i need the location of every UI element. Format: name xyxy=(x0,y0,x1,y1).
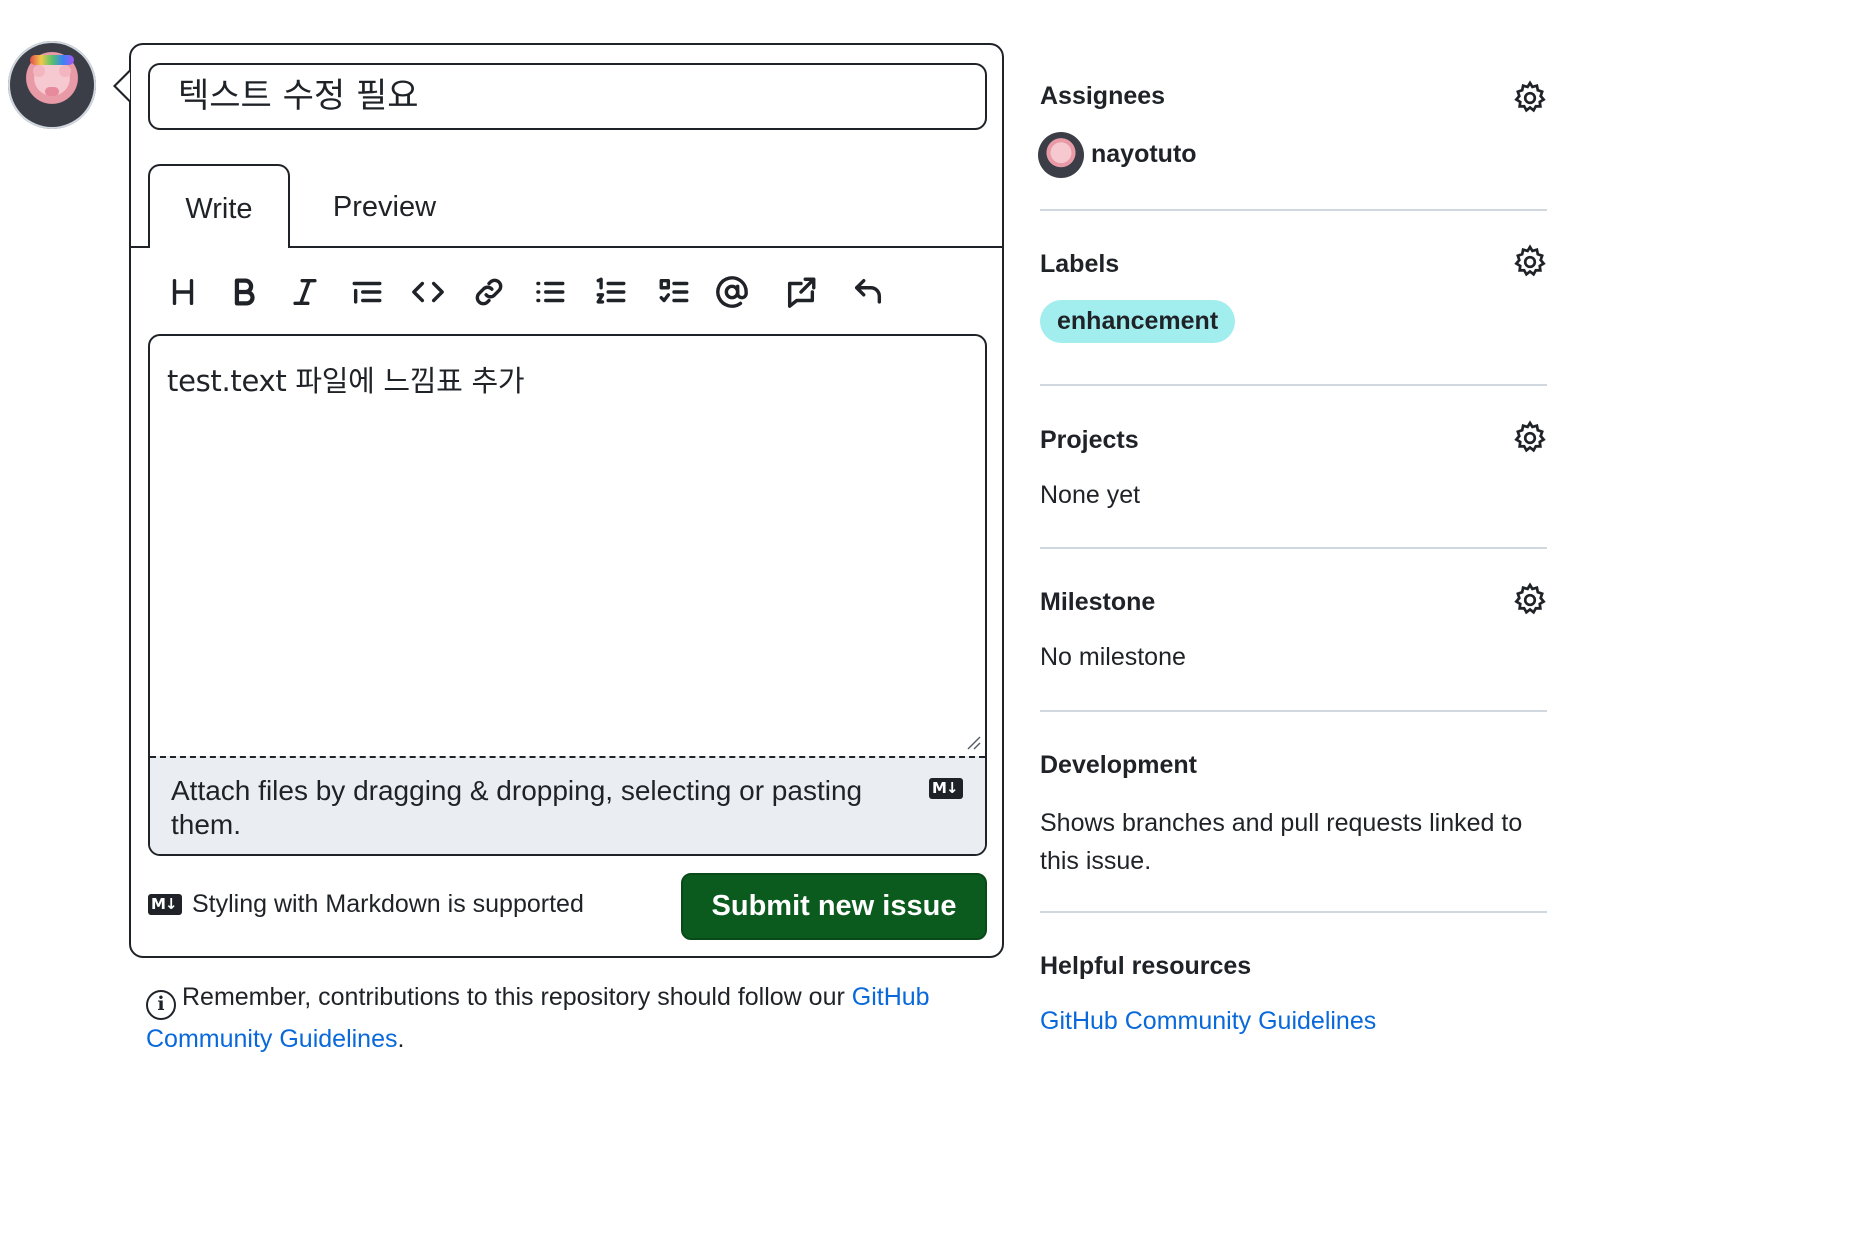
unordered-list-icon[interactable] xyxy=(528,270,572,314)
sidebar-divider xyxy=(1040,547,1547,549)
assignees-gear-icon[interactable] xyxy=(1512,80,1548,116)
reference-icon[interactable] xyxy=(779,270,823,314)
sidebar-divider xyxy=(1040,710,1547,712)
issue-body-text[interactable]: test.text 파일에 느낌표 추가 xyxy=(167,358,525,400)
projects-value: None yet xyxy=(1040,481,1141,509)
link-icon[interactable] xyxy=(467,270,511,314)
labels-heading: Labels xyxy=(1040,250,1120,278)
development-heading: Development xyxy=(1040,751,1197,779)
assignee-name[interactable]: nayotuto xyxy=(1091,140,1197,169)
avatar-snout xyxy=(45,87,59,96)
assignee-avatar[interactable] xyxy=(1038,132,1084,178)
heading-icon[interactable] xyxy=(161,270,205,314)
sidebar-divider xyxy=(1040,911,1547,913)
label-enhancement[interactable]: enhancement xyxy=(1040,300,1236,343)
markdown-support-note[interactable]: M↓ Styling with Markdown is supported xyxy=(148,890,584,919)
comment-box-caret-fill xyxy=(116,72,130,100)
contribution-reminder: i Remember, contributions to this reposit… xyxy=(146,978,986,1058)
tab-preview[interactable]: Preview xyxy=(312,164,457,248)
sidebar-divider xyxy=(1040,384,1547,386)
resize-handle-icon[interactable] xyxy=(965,734,981,750)
author-avatar[interactable] xyxy=(8,41,96,129)
task-list-icon[interactable] xyxy=(652,270,696,314)
info-icon: i xyxy=(146,990,176,1020)
reminder-suffix: . xyxy=(397,1025,405,1053)
mention-icon[interactable] xyxy=(710,270,754,314)
markdown-support-text: Styling with Markdown is supported xyxy=(192,890,584,918)
avatar-crown-decoration xyxy=(30,55,74,65)
reminder-text: Remember, contributions to this reposito… xyxy=(182,983,852,1011)
projects-heading: Projects xyxy=(1040,426,1139,454)
milestone-gear-icon[interactable] xyxy=(1512,582,1548,618)
attach-files-text: Attach files by dragging & dropping, sel… xyxy=(171,775,863,840)
sidebar-community-guidelines-link[interactable]: GitHub Community Guidelines xyxy=(1040,1007,1376,1036)
markdown-icon: M↓ xyxy=(148,894,182,915)
markdown-icon: M↓ xyxy=(929,778,963,804)
avatar-ear-right xyxy=(59,65,71,77)
ordered-list-icon[interactable] xyxy=(589,270,633,314)
quote-icon[interactable] xyxy=(345,270,389,314)
issue-title-input[interactable]: 텍스트 수정 필요 xyxy=(148,63,987,130)
tab-write[interactable]: Write xyxy=(148,164,290,248)
bold-icon[interactable] xyxy=(222,270,266,314)
development-description: Shows branches and pull requests linked … xyxy=(1040,809,1523,875)
labels-gear-icon[interactable] xyxy=(1512,244,1548,280)
undo-icon[interactable] xyxy=(846,270,890,314)
assignees-heading: Assignees xyxy=(1040,82,1166,110)
issue-body-editor[interactable]: test.text 파일에 느낌표 추가 Attach files by dra… xyxy=(148,334,987,856)
milestone-heading: Milestone xyxy=(1040,588,1156,616)
sidebar-divider xyxy=(1040,209,1547,211)
milestone-value: No milestone xyxy=(1040,643,1186,671)
submit-new-issue-button[interactable]: Submit new issue xyxy=(681,873,987,940)
file-attachment-zone[interactable]: Attach files by dragging & dropping, sel… xyxy=(150,756,985,854)
helpful-resources-heading: Helpful resources xyxy=(1040,952,1252,980)
code-icon[interactable] xyxy=(406,270,450,314)
avatar-ear-left xyxy=(33,65,45,77)
italic-icon[interactable] xyxy=(283,270,327,314)
projects-gear-icon[interactable] xyxy=(1512,420,1548,456)
